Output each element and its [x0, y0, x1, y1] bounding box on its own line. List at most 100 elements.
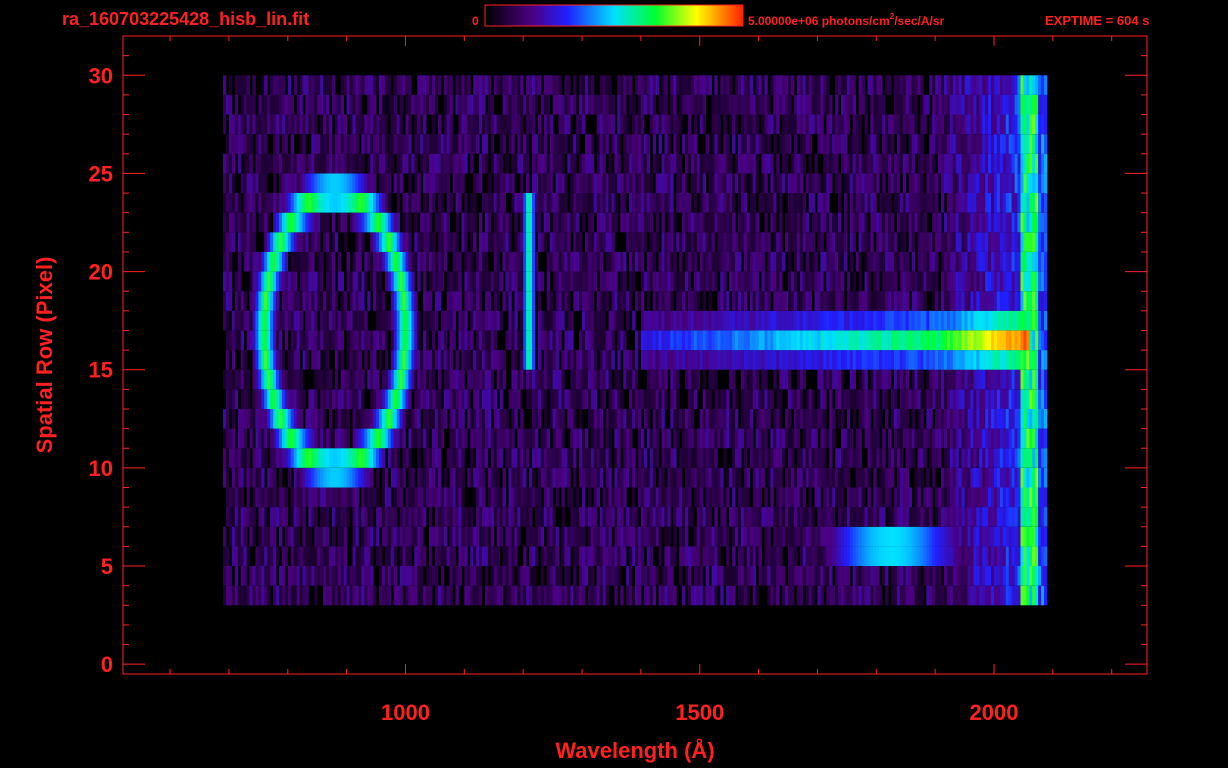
heatmap-cell	[640, 467, 645, 488]
heatmap-cell	[261, 193, 265, 213]
heatmap-cell	[946, 212, 951, 233]
heatmap-cell	[346, 271, 350, 292]
heatmap-cell	[764, 507, 768, 527]
heatmap-cell	[661, 467, 665, 488]
heatmap-cell	[970, 546, 974, 566]
heatmap-cell	[535, 193, 539, 213]
heatmap-cell	[573, 212, 577, 233]
heatmap-cell	[996, 585, 1001, 606]
heatmap-cell	[917, 350, 921, 370]
heatmap-cell	[899, 291, 904, 311]
heatmap-cell	[467, 585, 471, 606]
heatmap-cell	[599, 212, 603, 233]
heatmap-cell	[955, 526, 959, 547]
heatmap-cell	[808, 310, 812, 331]
heatmap-cell	[976, 428, 980, 449]
heatmap-cell	[1029, 369, 1033, 390]
heatmap-cell	[846, 585, 851, 606]
heatmap-cell	[885, 585, 889, 606]
heatmap-cell	[882, 566, 886, 586]
heatmap-cell	[308, 389, 312, 409]
heatmap-cell	[493, 212, 498, 233]
heatmap-cell	[393, 212, 397, 233]
heatmap-cell	[223, 232, 227, 252]
heatmap-cell	[599, 232, 603, 252]
heatmap-cell	[540, 232, 545, 252]
heatmap-cell	[390, 212, 395, 233]
heatmap-cell	[293, 330, 297, 351]
heatmap-cell	[1005, 330, 1010, 351]
heatmap-cell	[864, 232, 868, 252]
heatmap-cell	[793, 507, 798, 527]
heatmap-cell	[982, 448, 986, 468]
heatmap-cell	[314, 487, 318, 508]
heatmap-cell	[899, 546, 904, 566]
heatmap-cell	[231, 526, 236, 547]
heatmap-cell	[941, 585, 945, 606]
heatmap-cell	[976, 487, 980, 508]
heatmap-cell	[373, 448, 377, 468]
heatmap-cell	[964, 232, 968, 252]
heatmap-cell	[643, 193, 648, 213]
heatmap-cell	[999, 566, 1004, 586]
heatmap-cell	[552, 271, 556, 292]
heatmap-cell	[1008, 350, 1012, 370]
heatmap-cell	[461, 526, 465, 547]
heatmap-cell	[996, 251, 1001, 272]
heatmap-cell	[296, 585, 300, 606]
heatmap-cell	[835, 566, 839, 586]
heatmap-cell	[520, 251, 524, 272]
heatmap-cell	[902, 271, 907, 292]
heatmap-cell	[329, 546, 333, 566]
heatmap-cell	[396, 193, 400, 213]
heatmap-cell	[905, 409, 909, 429]
heatmap-cell	[888, 271, 892, 292]
heatmap-cell	[899, 566, 904, 586]
heatmap-cell	[670, 467, 674, 488]
heatmap-cell	[402, 330, 406, 351]
heatmap-cell	[461, 507, 465, 527]
heatmap-cell	[808, 271, 812, 292]
heatmap-cell	[952, 251, 957, 272]
heatmap-cell	[1035, 507, 1039, 527]
heatmap-cell	[643, 271, 648, 292]
heatmap-cell	[452, 526, 456, 547]
heatmap-cell	[381, 467, 386, 488]
heatmap-cell	[996, 487, 1001, 508]
heatmap-cell	[985, 546, 989, 566]
heatmap-cell	[973, 291, 977, 311]
heatmap-cell	[791, 526, 795, 547]
heatmap-cell	[537, 487, 542, 508]
heatmap-cell	[423, 585, 427, 606]
heatmap-cell	[655, 310, 659, 331]
heatmap-cell	[643, 566, 648, 586]
heatmap-cell	[511, 350, 515, 370]
heatmap-cell	[414, 428, 418, 449]
heatmap-cell	[1026, 566, 1030, 586]
heatmap-cell	[317, 448, 321, 468]
heatmap-cell	[337, 409, 342, 429]
heatmap-cell	[314, 291, 318, 311]
heatmap-cell	[482, 350, 486, 370]
heatmap-cell	[249, 212, 253, 233]
heatmap-cell	[326, 193, 330, 213]
heatmap-cell	[602, 507, 606, 527]
heatmap-cell	[935, 310, 939, 331]
heatmap-cell	[1005, 271, 1010, 292]
heatmap-cell	[243, 251, 247, 272]
heatmap-cell	[979, 467, 983, 488]
heatmap-cell	[502, 566, 506, 586]
heatmap-cell	[352, 585, 356, 606]
heatmap-cell	[944, 448, 948, 468]
heatmap-cell	[326, 350, 330, 370]
heatmap-cell	[426, 448, 430, 468]
heatmap-cell	[944, 350, 948, 370]
heatmap-cell	[670, 409, 674, 429]
heatmap-cell	[1020, 350, 1024, 370]
heatmap-cell	[281, 193, 286, 213]
heatmap-cell	[299, 448, 303, 468]
heatmap-cell	[849, 330, 854, 351]
heatmap-cell	[482, 369, 486, 390]
heatmap-cell	[964, 369, 968, 390]
heatmap-cell	[852, 350, 856, 370]
